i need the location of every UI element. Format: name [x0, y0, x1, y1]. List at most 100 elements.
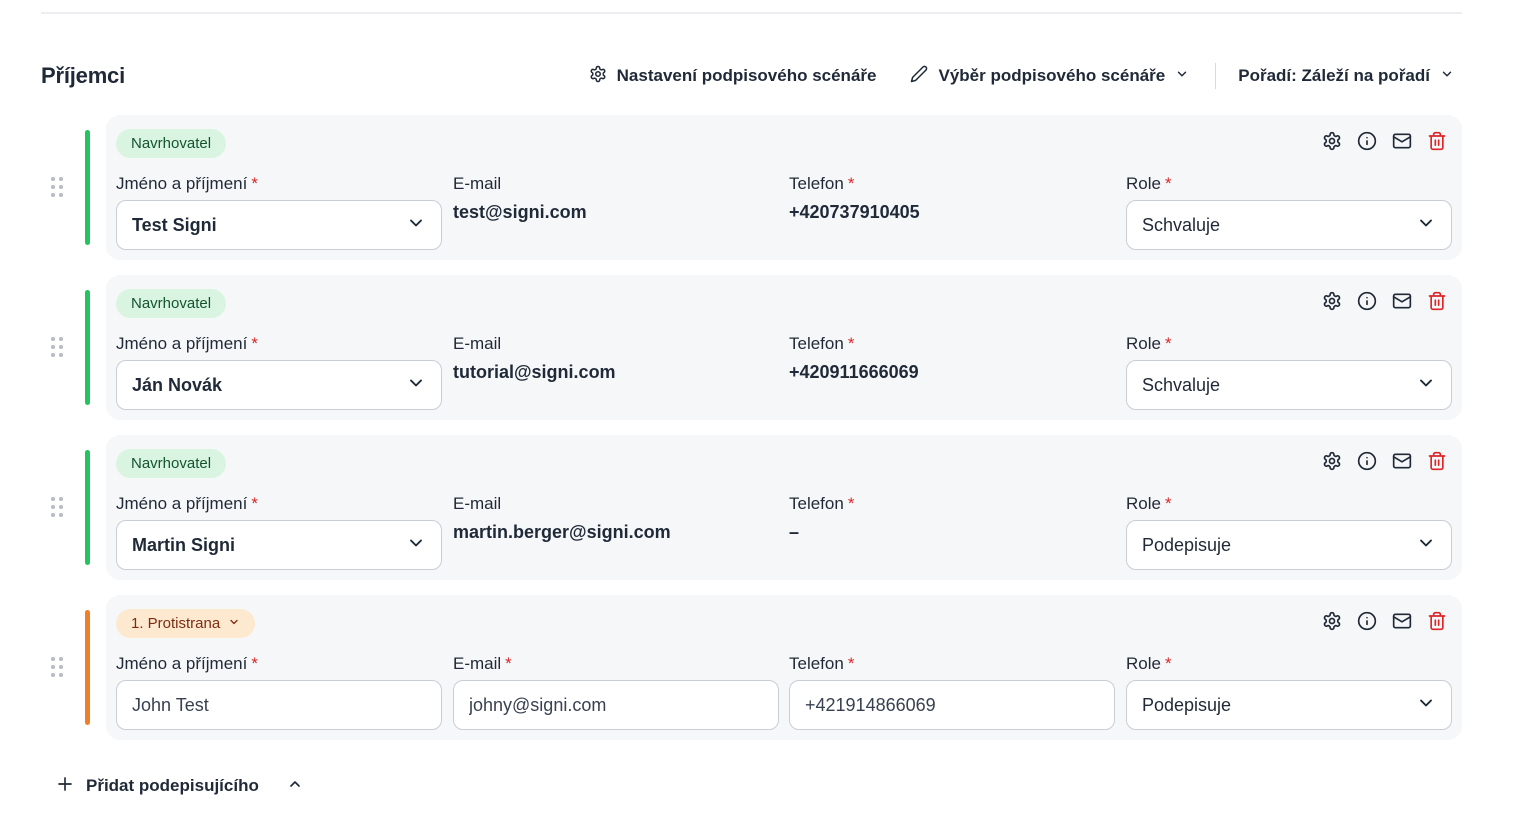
name-input-field[interactable]	[132, 694, 426, 716]
required-mark: *	[847, 654, 855, 673]
required-mark: *	[251, 494, 258, 513]
mail-icon[interactable]	[1391, 130, 1413, 152]
pencil-icon	[910, 65, 928, 88]
recipient-actions	[1321, 290, 1448, 312]
email-field: E-mail tutorial@signi.com	[453, 333, 779, 386]
order-select-button[interactable]: Pořadí: Záleží na pořadí	[1228, 58, 1462, 94]
trash-icon[interactable]	[1426, 450, 1448, 472]
email-field: E-mail *	[453, 653, 779, 730]
drag-handle-icon[interactable]	[51, 497, 63, 517]
info-icon[interactable]	[1356, 610, 1378, 632]
field-label: Jméno a příjmení *	[116, 494, 258, 513]
role-select[interactable]: Schvaluje	[1126, 200, 1452, 250]
name-select[interactable]: Martin Signi	[116, 520, 442, 570]
recipients-header: Příjemci Nastavení podpisového scénáře V…	[41, 58, 1462, 94]
required-mark: *	[1164, 494, 1172, 513]
email-input-field[interactable]	[469, 694, 763, 716]
drag-handle-icon[interactable]	[51, 337, 63, 357]
role-field: Role * Podepisuje	[1126, 653, 1452, 730]
mail-icon[interactable]	[1391, 450, 1413, 472]
party-badge-label: Navrhovatel	[131, 295, 212, 312]
header-separator	[1215, 63, 1217, 89]
party-badge[interactable]: 1. Protistrana	[116, 609, 256, 638]
field-label: Jméno a příjmení *	[116, 654, 258, 673]
drag-handle-icon[interactable]	[51, 177, 63, 197]
phone-value: +420737910405	[789, 202, 920, 222]
phone-input[interactable]	[789, 680, 1115, 730]
recipient-actions	[1321, 130, 1448, 152]
email-field: E-mail martin.berger@signi.com	[453, 493, 779, 546]
scenario-settings-button[interactable]: Nastavení podpisového scénáře	[579, 58, 887, 94]
required-mark: *	[1164, 334, 1172, 353]
gear-icon[interactable]	[1321, 290, 1343, 312]
trash-icon[interactable]	[1426, 130, 1448, 152]
mail-icon[interactable]	[1391, 610, 1413, 632]
role-field: Role * Podepisuje	[1126, 493, 1452, 570]
chevron-down-icon	[1175, 66, 1189, 86]
scenario-settings-label: Nastavení podpisového scénáře	[616, 66, 877, 85]
email-field: E-mail test@signi.com	[453, 173, 779, 226]
scenario-select-button[interactable]: Výběr podpisového scénáře	[900, 58, 1199, 94]
role-select[interactable]: Schvaluje	[1126, 360, 1452, 410]
chevron-down-icon	[1440, 66, 1454, 86]
collapse-toggle[interactable]	[287, 776, 303, 797]
party-badge: Navrhovatel	[116, 449, 227, 478]
field-label: E-mail	[453, 494, 502, 513]
field-label: E-mail	[453, 174, 502, 193]
email-input[interactable]	[453, 680, 779, 730]
name-field: Jméno a příjmení * Test Signi	[116, 173, 442, 250]
drag-handle-icon[interactable]	[51, 657, 63, 677]
info-icon[interactable]	[1356, 450, 1378, 472]
info-icon[interactable]	[1356, 290, 1378, 312]
recipient-card: Navrhovatel Jméno a příjmení * Ján Novák E-m…	[106, 275, 1462, 420]
gear-icon[interactable]	[1321, 130, 1343, 152]
top-divider	[41, 12, 1462, 14]
mail-icon[interactable]	[1391, 290, 1413, 312]
required-mark: *	[505, 654, 512, 673]
name-value: Ján Novák	[132, 374, 223, 395]
add-signer-button[interactable]: Přidat podepisujícího	[56, 775, 259, 798]
field-label: Role *	[1126, 334, 1172, 353]
chevron-down-icon	[228, 615, 240, 632]
recipient-row: Navrhovatel Jméno a příjmení * Ján Novák E-m…	[41, 275, 1462, 420]
header-actions: Nastavení podpisového scénáře Výběr podp…	[579, 58, 1462, 94]
chevron-down-icon	[1416, 693, 1436, 718]
trash-icon[interactable]	[1426, 610, 1448, 632]
phone-field: Telefon * +420737910405	[789, 173, 1115, 226]
party-badge-label: Navrhovatel	[131, 135, 212, 152]
recipient-row: 1. Protistrana Jméno a příjmení* E-mail* Te…	[41, 595, 1462, 740]
section-title: Příjemci	[41, 63, 126, 88]
name-select[interactable]: Ján Novák	[116, 360, 442, 410]
recipient-card: Navrhovatel Jméno a příjmení * Martin Signi…	[106, 435, 1462, 580]
required-mark: *	[847, 334, 855, 353]
phone-field: Telefon *	[789, 653, 1115, 730]
role-field: Role * Schvaluje	[1126, 173, 1452, 250]
role-value: Podepisuje	[1142, 534, 1232, 555]
gear-icon[interactable]	[1321, 450, 1343, 472]
party-color-stripe	[85, 450, 90, 565]
party-color-stripe	[85, 290, 90, 405]
chevron-down-icon	[406, 213, 426, 238]
role-value: Podepisuje	[1142, 694, 1232, 715]
required-mark: *	[251, 174, 258, 193]
scenario-select-label: Výběr podpisového scénáře	[938, 66, 1166, 85]
trash-icon[interactable]	[1426, 290, 1448, 312]
order-label: Pořadí: Záleží na pořadí	[1238, 66, 1430, 85]
name-field: Jméno a příjmení *	[116, 653, 442, 730]
chevron-down-icon	[1416, 373, 1436, 398]
required-mark: *	[251, 654, 258, 673]
field-label: Telefon *	[789, 334, 855, 353]
field-label: Role *	[1126, 654, 1172, 673]
role-select[interactable]: Podepisuje	[1126, 520, 1452, 570]
name-select[interactable]: Test Signi	[116, 200, 442, 250]
recipient-actions	[1321, 610, 1448, 632]
phone-input-field[interactable]	[805, 694, 1099, 716]
recipient-card: Navrhovatel Jméno a příjmení * Test Signi E-…	[106, 115, 1462, 260]
gear-icon[interactable]	[1321, 610, 1343, 632]
role-select[interactable]: Podepisuje	[1126, 680, 1452, 730]
field-label: Role *	[1126, 174, 1172, 193]
phone-field: Telefon * +420911666069	[789, 333, 1115, 386]
plus-icon	[56, 775, 74, 798]
info-icon[interactable]	[1356, 130, 1378, 152]
name-input[interactable]	[116, 680, 442, 730]
